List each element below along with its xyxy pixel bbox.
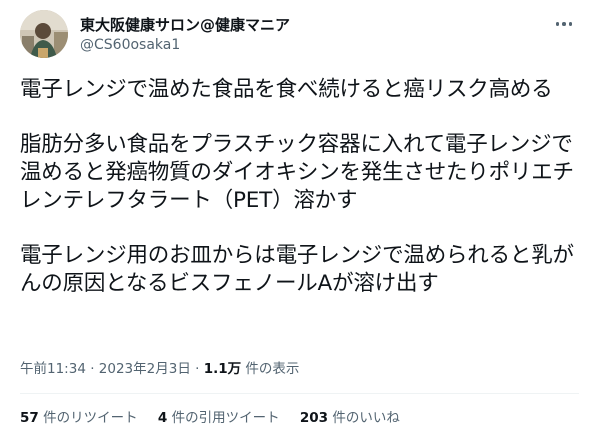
retweets-link[interactable]: 57 件のリツイート (20, 410, 138, 426)
quotes-count: 4 (157, 410, 168, 426)
tweet-meta: 午前11:34 · 2023年2月3日 · 1.1万 件の表示 (20, 359, 299, 379)
more-options-button[interactable] (550, 14, 578, 34)
profile-photo-icon (20, 10, 68, 58)
author-handle[interactable]: @CS60osaka1 (80, 35, 290, 55)
tweet-header: 東大阪健康サロン@健康マニア @CS60osaka1 (20, 10, 580, 62)
likes-label: 件のいいね (332, 410, 400, 426)
author-names: 東大阪健康サロン@健康マニア @CS60osaka1 (80, 15, 290, 55)
quotes-label: 件の引用ツイート (171, 410, 280, 426)
meta-separator: · (85, 361, 99, 377)
tweet-paragraph: 脂肪分多い食品をプラスチック容器に入れて電子レンジで温めると発癌物質のダイオキシ… (20, 132, 574, 213)
tweet-stats: 57 件のリツイート 4 件の引用ツイート 203 件のいいね (20, 408, 416, 428)
tweet-card: 東大阪健康サロン@健康マニア @CS60osaka1 電子レンジで温めた食品を食… (0, 0, 589, 446)
retweets-label: 件のリツイート (43, 410, 138, 426)
views-count: 1.1万 (203, 361, 242, 377)
likes-count: 203 (299, 410, 329, 426)
retweets-count: 57 (20, 410, 39, 426)
more-horizontal-icon (555, 22, 560, 26)
likes-link[interactable]: 203 件のいいね (300, 410, 400, 426)
divider (20, 393, 579, 394)
tweet-time[interactable]: 午前11:34 (20, 361, 86, 377)
author-display-name[interactable]: 東大阪健康サロン@健康マニア (80, 15, 290, 35)
tweet-text: 電子レンジで温めた食品を食べ続けると癌リスク高める 脂肪分多い食品をプラスチック… (20, 76, 580, 298)
tweet-date[interactable]: 2023年2月3日 (99, 361, 191, 377)
quote-tweets-link[interactable]: 4 件の引用ツイート (158, 410, 280, 426)
tweet-paragraph: 電子レンジ用のお皿からは電子レンジで温められると乳がんの原因となるビスフェノール… (20, 243, 574, 296)
avatar[interactable] (20, 10, 68, 58)
meta-separator: · (190, 361, 204, 377)
views-label: 件の表示 (245, 361, 300, 377)
tweet-paragraph: 電子レンジで温めた食品を食べ続けると癌リスク高める (20, 77, 553, 102)
